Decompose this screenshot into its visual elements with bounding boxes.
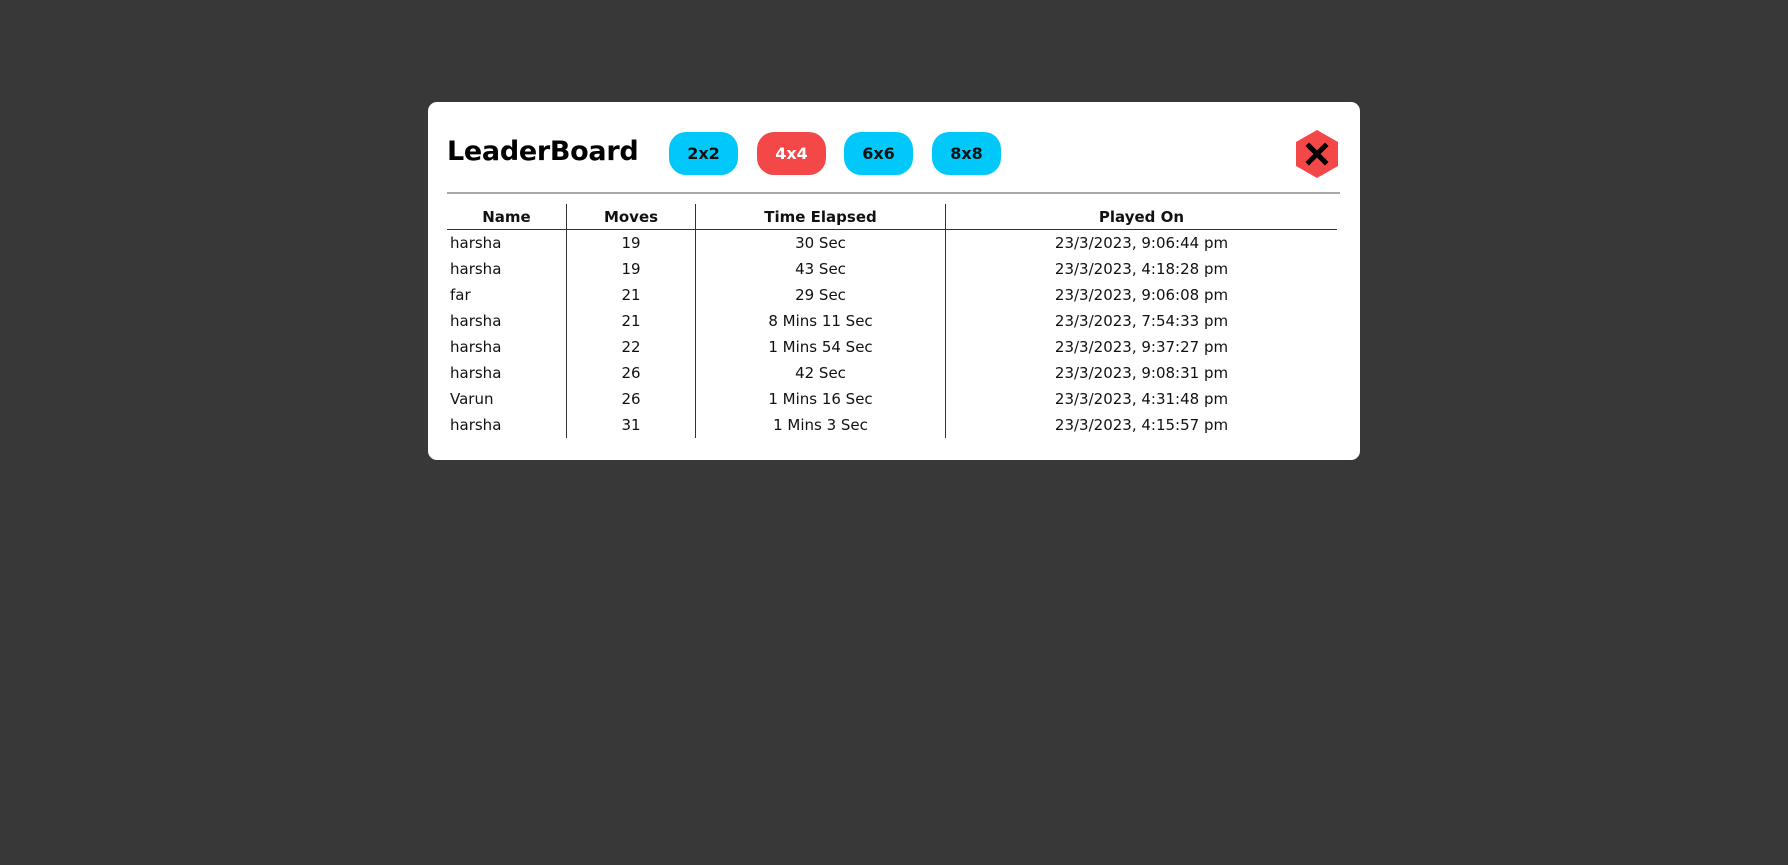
cell-name: harsha bbox=[450, 338, 502, 356]
cell-time-elapsed: 30 Sec bbox=[695, 229, 946, 256]
cell-name: Varun bbox=[450, 390, 494, 408]
close-button[interactable] bbox=[1294, 129, 1340, 179]
cell-time-elapsed: 1 Mins 3 Sec bbox=[695, 412, 946, 438]
cell-moves: 21 bbox=[566, 308, 696, 334]
cell-played-on: 23/3/2023, 4:18:28 pm bbox=[945, 256, 1337, 282]
size-8x8-button[interactable]: 8x8 bbox=[932, 132, 1001, 175]
close-x-icon bbox=[1296, 130, 1338, 178]
table-row: far 21 29 Sec 23/3/2023, 9:06:08 pm bbox=[447, 282, 1337, 308]
cell-time-elapsed: 1 Mins 16 Sec bbox=[695, 386, 946, 412]
cell-time-elapsed: 29 Sec bbox=[695, 282, 946, 308]
column-header-name: Name bbox=[447, 204, 567, 230]
cell-name: far bbox=[450, 286, 471, 304]
cell-moves: 26 bbox=[566, 360, 696, 386]
cell-moves: 22 bbox=[566, 334, 696, 360]
size-2x2-button[interactable]: 2x2 bbox=[669, 132, 738, 175]
modal-header: LeaderBoard 2x2 4x4 6x6 8x8 bbox=[447, 129, 1340, 178]
cell-played-on: 23/3/2023, 4:15:57 pm bbox=[945, 412, 1337, 438]
table-row: harsha 22 1 Mins 54 Sec 23/3/2023, 9:37:… bbox=[447, 334, 1337, 360]
leaderboard-modal: LeaderBoard 2x2 4x4 6x6 8x8 Name Moves T… bbox=[428, 102, 1360, 460]
cell-moves: 19 bbox=[566, 256, 696, 282]
table-row: harsha 21 8 Mins 11 Sec 23/3/2023, 7:54:… bbox=[447, 308, 1337, 334]
cell-played-on: 23/3/2023, 9:08:31 pm bbox=[945, 360, 1337, 386]
cell-time-elapsed: 43 Sec bbox=[695, 256, 946, 282]
cell-name: harsha bbox=[450, 416, 502, 434]
column-header-time-elapsed: Time Elapsed bbox=[695, 204, 946, 230]
table-header-row: Name Moves Time Elapsed Played On bbox=[447, 204, 1337, 230]
cell-played-on: 23/3/2023, 4:31:48 pm bbox=[945, 386, 1337, 412]
column-header-played-on: Played On bbox=[945, 204, 1337, 230]
cell-name: harsha bbox=[450, 364, 502, 382]
cell-moves: 21 bbox=[566, 282, 696, 308]
cell-played-on: 23/3/2023, 9:37:27 pm bbox=[945, 334, 1337, 360]
cell-moves: 31 bbox=[566, 412, 696, 438]
table-row: harsha 19 43 Sec 23/3/2023, 4:18:28 pm bbox=[447, 256, 1337, 282]
cell-played-on: 23/3/2023, 9:06:08 pm bbox=[945, 282, 1337, 308]
page-title: LeaderBoard bbox=[447, 136, 639, 167]
size-6x6-button[interactable]: 6x6 bbox=[844, 132, 913, 175]
cell-time-elapsed: 1 Mins 54 Sec bbox=[695, 334, 946, 360]
cell-played-on: 23/3/2023, 7:54:33 pm bbox=[945, 308, 1337, 334]
column-header-moves: Moves bbox=[566, 204, 696, 230]
table-row: harsha 26 42 Sec 23/3/2023, 9:08:31 pm bbox=[447, 360, 1337, 386]
cell-name: harsha bbox=[450, 234, 502, 252]
cell-name: harsha bbox=[450, 260, 502, 278]
cell-moves: 26 bbox=[566, 386, 696, 412]
header-divider bbox=[447, 192, 1340, 194]
cell-time-elapsed: 8 Mins 11 Sec bbox=[695, 308, 946, 334]
cell-name: harsha bbox=[450, 312, 502, 330]
cell-played-on: 23/3/2023, 9:06:44 pm bbox=[945, 229, 1337, 256]
table-row: harsha 19 30 Sec 23/3/2023, 9:06:44 pm bbox=[447, 229, 1337, 256]
cell-time-elapsed: 42 Sec bbox=[695, 360, 946, 386]
table-row: Varun 26 1 Mins 16 Sec 23/3/2023, 4:31:4… bbox=[447, 386, 1337, 412]
leaderboard-table: Name Moves Time Elapsed Played On harsha… bbox=[447, 204, 1337, 438]
cell-moves: 19 bbox=[566, 229, 696, 256]
table-row: harsha 31 1 Mins 3 Sec 23/3/2023, 4:15:5… bbox=[447, 412, 1337, 438]
size-4x4-button[interactable]: 4x4 bbox=[757, 132, 826, 175]
